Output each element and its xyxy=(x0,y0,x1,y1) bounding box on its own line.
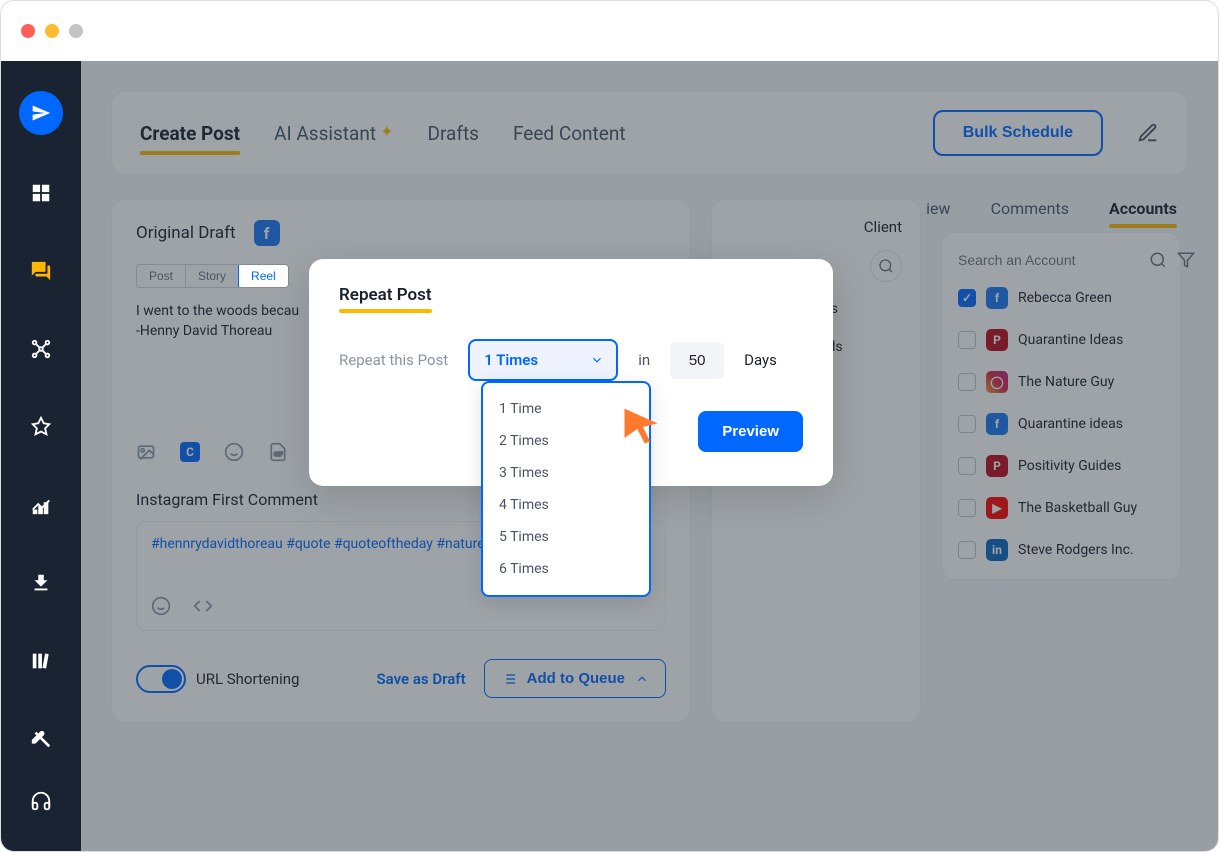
dropdown-option[interactable]: 5 Times xyxy=(483,521,649,553)
nav-target-icon[interactable] xyxy=(21,407,61,447)
modal-title: Repeat Post xyxy=(339,285,432,305)
days-label: Days xyxy=(744,351,777,369)
repeat-times-select[interactable]: 1 Times xyxy=(468,339,618,381)
dropdown-option[interactable]: 1 Time xyxy=(483,393,649,425)
chevron-down-icon xyxy=(590,353,604,367)
dropdown-option[interactable]: 2 Times xyxy=(483,425,649,457)
dropdown-option[interactable]: 3 Times xyxy=(483,457,649,489)
nav-library-icon[interactable] xyxy=(21,641,61,681)
window-titlebar xyxy=(1,1,1218,61)
nav-dashboard-icon[interactable] xyxy=(21,173,61,213)
sidebar xyxy=(1,61,81,851)
segment-reel[interactable]: Reel xyxy=(238,264,289,288)
dropdown-option[interactable]: 4 Times xyxy=(483,489,649,521)
days-input[interactable] xyxy=(670,342,724,379)
nav-tools-icon[interactable] xyxy=(21,719,61,759)
nav-download-icon[interactable] xyxy=(21,563,61,603)
nav-analytics-icon[interactable] xyxy=(21,485,61,525)
repeat-times-value: 1 Times xyxy=(484,351,538,369)
in-label: in xyxy=(638,351,650,369)
window-close-dot[interactable] xyxy=(21,24,35,38)
nav-support-icon[interactable] xyxy=(21,781,61,821)
dropdown-option[interactable]: 6 Times xyxy=(483,553,649,585)
repeat-label: Repeat this Post xyxy=(339,351,448,369)
nav-network-icon[interactable] xyxy=(21,329,61,369)
app-logo[interactable] xyxy=(19,91,63,135)
window-max-dot[interactable] xyxy=(69,24,83,38)
nav-compose-icon[interactable] xyxy=(21,251,61,291)
preview-button[interactable]: Preview xyxy=(698,411,803,452)
window-min-dot[interactable] xyxy=(45,24,59,38)
repeat-times-dropdown: 1 Time 2 Times 3 Times 4 Times 5 Times 6… xyxy=(481,381,651,597)
